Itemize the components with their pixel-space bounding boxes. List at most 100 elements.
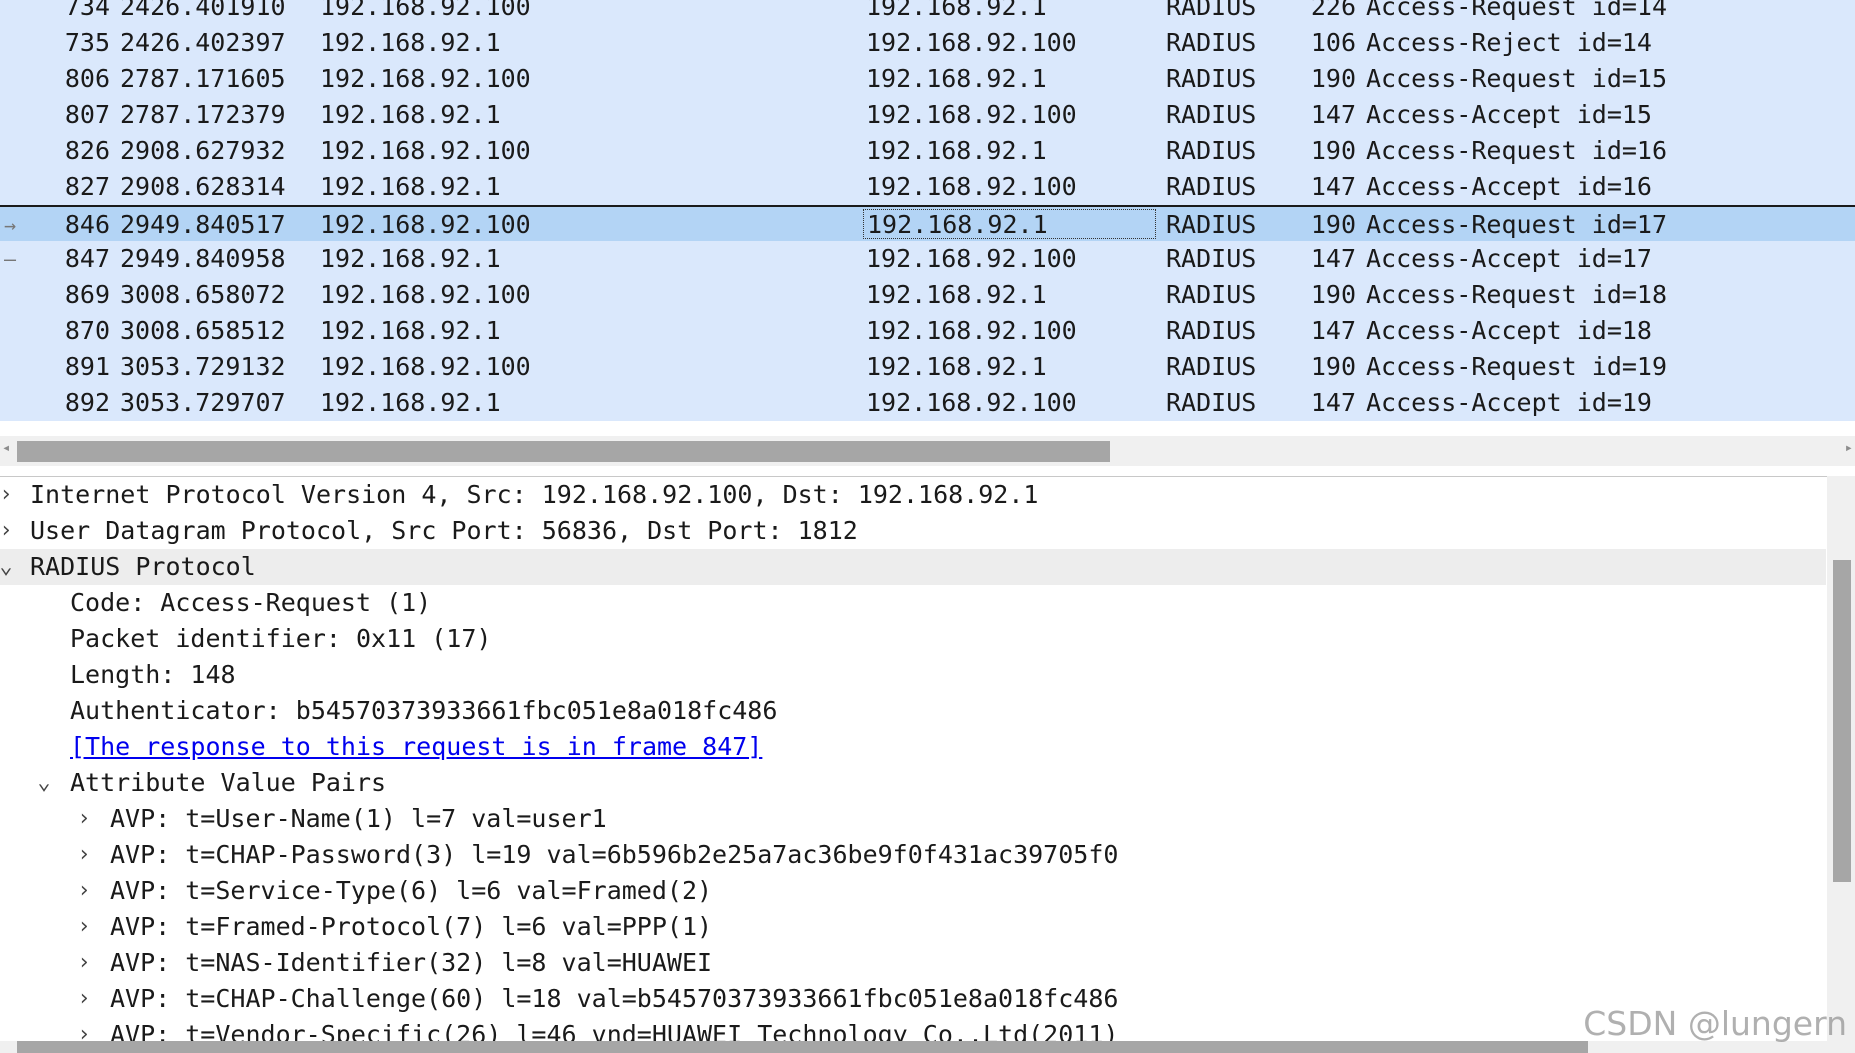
packet-row-selected[interactable]: 846 2949.840517 192.168.92.100 192.168.92.1… [0, 205, 1855, 241]
scroll-right-icon[interactable]: ▸ [1845, 440, 1853, 456]
chevron-right-icon[interactable]: › [74, 801, 94, 837]
tree-item-label: Length: 148 [70, 660, 236, 689]
details-vscroll-thumb[interactable] [1833, 560, 1851, 882]
packet-destination-cell: 192.168.92.1 [866, 352, 1047, 381]
packet-length-cell: 190 [1310, 280, 1356, 309]
tree-item-avp[interactable]: › AVP: t=Service-Type(6) l=6 val=Framed(… [0, 873, 1826, 909]
packet-length-cell: 190 [1310, 352, 1356, 381]
tree-item-label: Code: Access-Request (1) [70, 588, 432, 617]
tree-item-response-link[interactable]: [The response to this request is in fram… [0, 729, 1826, 765]
tree-item-label: AVP: t=User-Name(1) l=7 val=user1 [110, 804, 607, 833]
tree-item-avp-group[interactable]: ⌄ Attribute Value Pairs [0, 765, 1826, 801]
packet-info-cell: Access-Accept id=16 [1366, 172, 1652, 201]
tree-item-ip[interactable]: › Internet Protocol Version 4, Src: 192.… [0, 477, 1826, 513]
packet-no-cell: 827 [64, 172, 110, 201]
chevron-right-icon[interactable]: › [0, 513, 16, 549]
tree-item-length[interactable]: Length: 148 [0, 657, 1826, 693]
packet-length-cell: 106 [1310, 28, 1356, 57]
request-arrow-icon: → [3, 213, 17, 237]
packet-protocol-cell: RADIUS [1166, 316, 1257, 345]
packet-no-cell: 807 [64, 100, 110, 129]
packet-time-cell: 2949.840958 [120, 244, 286, 273]
packet-source-cell: 192.168.92.100 [320, 64, 531, 93]
packet-row[interactable]: 870 3008.658512 192.168.92.1 192.168.92.100… [0, 313, 1855, 349]
tree-item-radius[interactable]: ⌄ RADIUS Protocol [0, 549, 1826, 585]
packet-source-cell: 192.168.92.100 [320, 352, 531, 381]
response-frame-link[interactable]: [The response to this request is in fram… [70, 729, 762, 765]
packet-source-cell: 192.168.92.100 [320, 210, 531, 239]
details-hscroll-thumb[interactable] [17, 1041, 1588, 1053]
packet-row[interactable]: 826 2908.627932 192.168.92.100 192.168.92.1… [0, 133, 1855, 169]
packet-row[interactable]: 806 2787.171605 192.168.92.100 192.168.92.1… [0, 61, 1855, 97]
watermark: CSDN @lungern [1583, 1004, 1847, 1043]
packet-info-cell: Access-Request id=16 [1366, 136, 1668, 165]
details-hscrollbar[interactable] [0, 1041, 1855, 1053]
packet-list: 734 2426.401910 192.168.92.100 192.168.92.1… [0, 0, 1855, 422]
scroll-left-icon[interactable]: ◂ [2, 440, 10, 456]
packet-row[interactable]: 807 2787.172379 192.168.92.1 192.168.92.100… [0, 97, 1855, 133]
tree-item-udp[interactable]: › User Datagram Protocol, Src Port: 5683… [0, 513, 1826, 549]
tree-item-avp[interactable]: › AVP: t=Framed-Protocol(7) l=6 val=PPP(… [0, 909, 1826, 945]
packet-list-hscroll-thumb[interactable] [17, 441, 1110, 462]
packet-destination-cell: 192.168.92.100 [866, 100, 1077, 129]
packet-time-cell: 3053.729707 [120, 388, 286, 417]
packet-list-hscrollbar[interactable]: ◂ ▸ [0, 436, 1855, 466]
chevron-right-icon[interactable]: › [0, 477, 16, 513]
chevron-down-icon[interactable]: ⌄ [34, 765, 54, 801]
packet-row[interactable]: 827 2908.628314 192.168.92.1 192.168.92.100… [0, 169, 1855, 205]
chevron-down-icon[interactable]: ⌄ [0, 549, 16, 585]
tree-item-avp[interactable]: › AVP: t=User-Name(1) l=7 val=user1 [0, 801, 1826, 837]
tree-item-packet-identifier[interactable]: Packet identifier: 0x11 (17) [0, 621, 1826, 657]
packet-info-cell: Access-Reject id=14 [1366, 28, 1652, 57]
packet-row[interactable]: 847 2949.840958 192.168.92.1 192.168.92.100… [0, 241, 1855, 277]
tree-item-authenticator[interactable]: Authenticator: b54570373933661fbc051e8a0… [0, 693, 1826, 729]
tree-item-label: AVP: t=Framed-Protocol(7) l=6 val=PPP(1) [110, 912, 713, 941]
packet-length-cell: 147 [1310, 172, 1356, 201]
packet-row[interactable]: 735 2426.402397 192.168.92.1 192.168.92.100… [0, 25, 1855, 61]
packet-info-cell: Access-Request id=14 [1366, 0, 1668, 21]
packet-no-cell: 826 [64, 136, 110, 165]
tree-item-label: AVP: t=CHAP-Challenge(60) l=18 val=b5457… [110, 984, 1119, 1013]
packet-destination-cell: 192.168.92.1 [866, 64, 1047, 93]
packet-info-cell: Access-Request id=18 [1366, 280, 1668, 309]
chevron-right-icon[interactable]: › [74, 873, 94, 909]
chevron-right-icon[interactable]: › [74, 945, 94, 981]
tree-item-label: Packet identifier: 0x11 (17) [70, 624, 492, 653]
packet-row[interactable]: 869 3008.658072 192.168.92.100 192.168.92.1… [0, 277, 1855, 313]
tree-item-label: AVP: t=CHAP-Password(3) l=19 val=6b596b2… [110, 840, 1119, 869]
packet-row[interactable]: 891 3053.729132 192.168.92.100 192.168.92.1… [0, 349, 1855, 385]
packet-length-cell: 147 [1310, 388, 1356, 417]
packet-row[interactable]: 892 3053.729707 192.168.92.1 192.168.92.100… [0, 385, 1855, 421]
packet-time-cell: 2949.840517 [120, 210, 286, 239]
packet-no-cell: 869 [64, 280, 110, 309]
tree-item-code[interactable]: Code: Access-Request (1) [0, 585, 1826, 621]
packet-protocol-cell: RADIUS [1166, 388, 1257, 417]
tree-item-label: AVP: t=Service-Type(6) l=6 val=Framed(2) [110, 876, 713, 905]
packet-info-cell: Access-Request id=17 [1366, 210, 1668, 239]
packet-source-cell: 192.168.92.100 [320, 0, 531, 21]
packet-length-cell: 190 [1310, 136, 1356, 165]
packet-destination-cell: 192.168.92.1 [866, 0, 1047, 21]
packet-protocol-cell: RADIUS [1166, 136, 1257, 165]
chevron-right-icon[interactable]: › [74, 909, 94, 945]
packet-no-cell: 847 [64, 244, 110, 273]
packet-length-cell: 147 [1310, 244, 1356, 273]
packet-protocol-cell: RADIUS [1166, 0, 1257, 21]
chevron-right-icon[interactable]: › [74, 981, 94, 1017]
details-vscrollbar[interactable] [1827, 476, 1855, 1042]
tree-item-avp[interactable]: › AVP: t=CHAP-Challenge(60) l=18 val=b54… [0, 981, 1826, 1017]
packet-info-cell: Access-Accept id=17 [1366, 244, 1652, 273]
packet-info-cell: Access-Request id=19 [1366, 352, 1668, 381]
packet-source-cell: 192.168.92.1 [320, 244, 501, 273]
packet-source-cell: 192.168.92.1 [320, 316, 501, 345]
packet-row[interactable]: 734 2426.401910 192.168.92.100 192.168.92.1… [0, 0, 1855, 25]
tree-item-label: Attribute Value Pairs [70, 768, 387, 797]
tree-item-avp[interactable]: › AVP: t=CHAP-Password(3) l=19 val=6b596… [0, 837, 1826, 873]
packet-protocol-cell: RADIUS [1166, 280, 1257, 309]
packet-details-pane: › Internet Protocol Version 4, Src: 192.… [0, 476, 1855, 1053]
packet-no-cell: 870 [64, 316, 110, 345]
packet-info-cell: Access-Accept id=18 [1366, 316, 1652, 345]
tree-item-avp[interactable]: › AVP: t=NAS-Identifier(32) l=8 val=HUAW… [0, 945, 1826, 981]
packet-destination-cell: 192.168.92.100 [866, 316, 1077, 345]
chevron-right-icon[interactable]: › [74, 837, 94, 873]
